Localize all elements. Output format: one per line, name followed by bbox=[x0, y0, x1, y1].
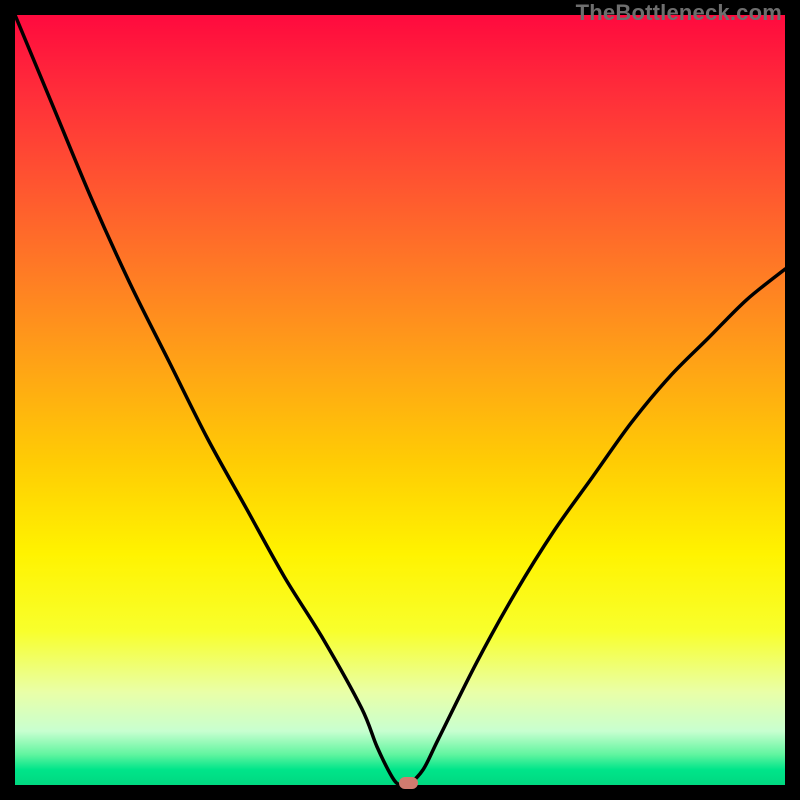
chart-frame: TheBottleneck.com bbox=[0, 0, 800, 800]
plot-area bbox=[15, 15, 785, 785]
optimum-marker bbox=[399, 777, 418, 789]
attribution-text: TheBottleneck.com bbox=[576, 0, 782, 26]
